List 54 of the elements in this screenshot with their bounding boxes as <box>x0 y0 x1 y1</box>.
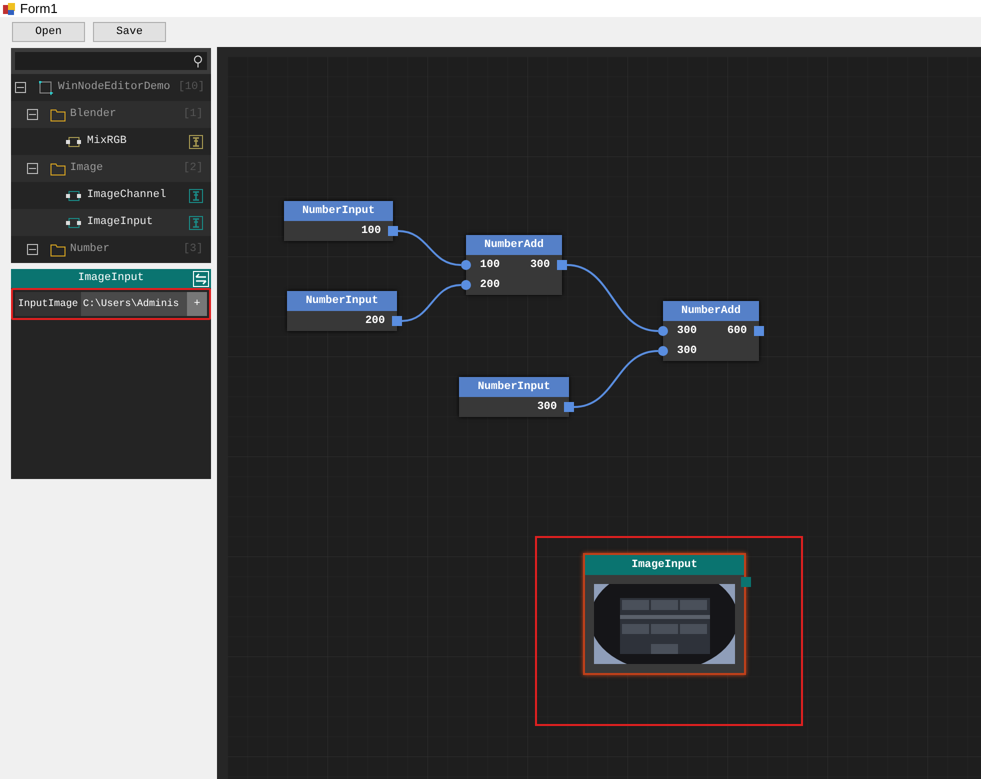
connection-wire <box>402 284 462 322</box>
property-label: InputImage <box>17 298 80 312</box>
frame-icon <box>38 80 54 96</box>
node-title: NumberInput <box>287 291 397 311</box>
property-field[interactable]: C:\Users\Adminis <box>81 292 187 316</box>
node-title: NumberAdd <box>466 235 562 255</box>
collapse-icon[interactable] <box>27 109 38 120</box>
output-value: 300 <box>530 258 550 273</box>
node[interactable]: NumberAdd 300 600 300 <box>663 301 759 361</box>
tree-item-label: Blender <box>70 107 116 122</box>
node[interactable]: NumberInput 100 <box>284 201 393 241</box>
node-type-icon <box>189 188 203 202</box>
node-title: NumberInput <box>459 377 569 397</box>
swap-icon[interactable] <box>193 270 209 286</box>
tree-item-label: WinNodeEditorDemo <box>58 80 170 96</box>
node-type-icon <box>189 134 203 148</box>
collapse-icon[interactable] <box>15 82 26 93</box>
input-value: 100 <box>480 258 500 273</box>
input-value: 300 <box>677 324 697 339</box>
folder-icon <box>50 242 66 256</box>
output-value: 200 <box>365 314 385 329</box>
folder-icon <box>50 162 66 176</box>
search-field[interactable] <box>15 52 207 70</box>
tree-item-label: Image <box>70 161 104 176</box>
folder-icon <box>50 108 66 122</box>
tree-item-label: ImageInput <box>87 215 154 230</box>
toolbar-button[interactable]: Open <box>12 22 85 42</box>
output-value: 600 <box>727 324 747 339</box>
collapse-icon[interactable] <box>27 163 38 174</box>
output-value: 100 <box>361 224 381 239</box>
node[interactable]: NumberAdd 100 300 200 <box>466 235 562 295</box>
node-canvas[interactable]: NumberInput 100 NumberInput 200 NumberAdd 100 300 200 NumberAdd 300 600 300 NumberInput 300 ImageInput <box>217 47 981 779</box>
collapse-icon[interactable] <box>27 244 38 255</box>
node[interactable]: NumberInput 300 <box>459 377 569 417</box>
node-title: NumberInput <box>284 201 393 221</box>
tree-item-label: MixRGB <box>87 134 127 150</box>
node-title: ImageInput <box>585 555 744 575</box>
tree-item-label: Number <box>70 242 110 258</box>
window-title: Form1 <box>20 0 58 18</box>
node-title: NumberAdd <box>663 301 759 321</box>
add-button[interactable]: + <box>187 292 207 316</box>
output-value: 300 <box>537 400 557 415</box>
panel-title: ImageInput <box>78 271 144 286</box>
tree-item-label: ImageChannel <box>87 188 166 204</box>
app-icon <box>2 2 16 16</box>
tree-item[interactable]: ImageInput <box>11 209 211 236</box>
input-value: 300 <box>677 344 697 359</box>
toolbar-button[interactable]: Save <box>93 22 166 42</box>
image-node[interactable]: ImageInput <box>583 553 746 675</box>
node[interactable]: NumberInput 200 <box>287 291 397 331</box>
search-icon <box>193 54 203 68</box>
node-type-icon <box>189 216 203 230</box>
connection-wire <box>398 230 462 266</box>
input-value: 200 <box>480 278 500 293</box>
